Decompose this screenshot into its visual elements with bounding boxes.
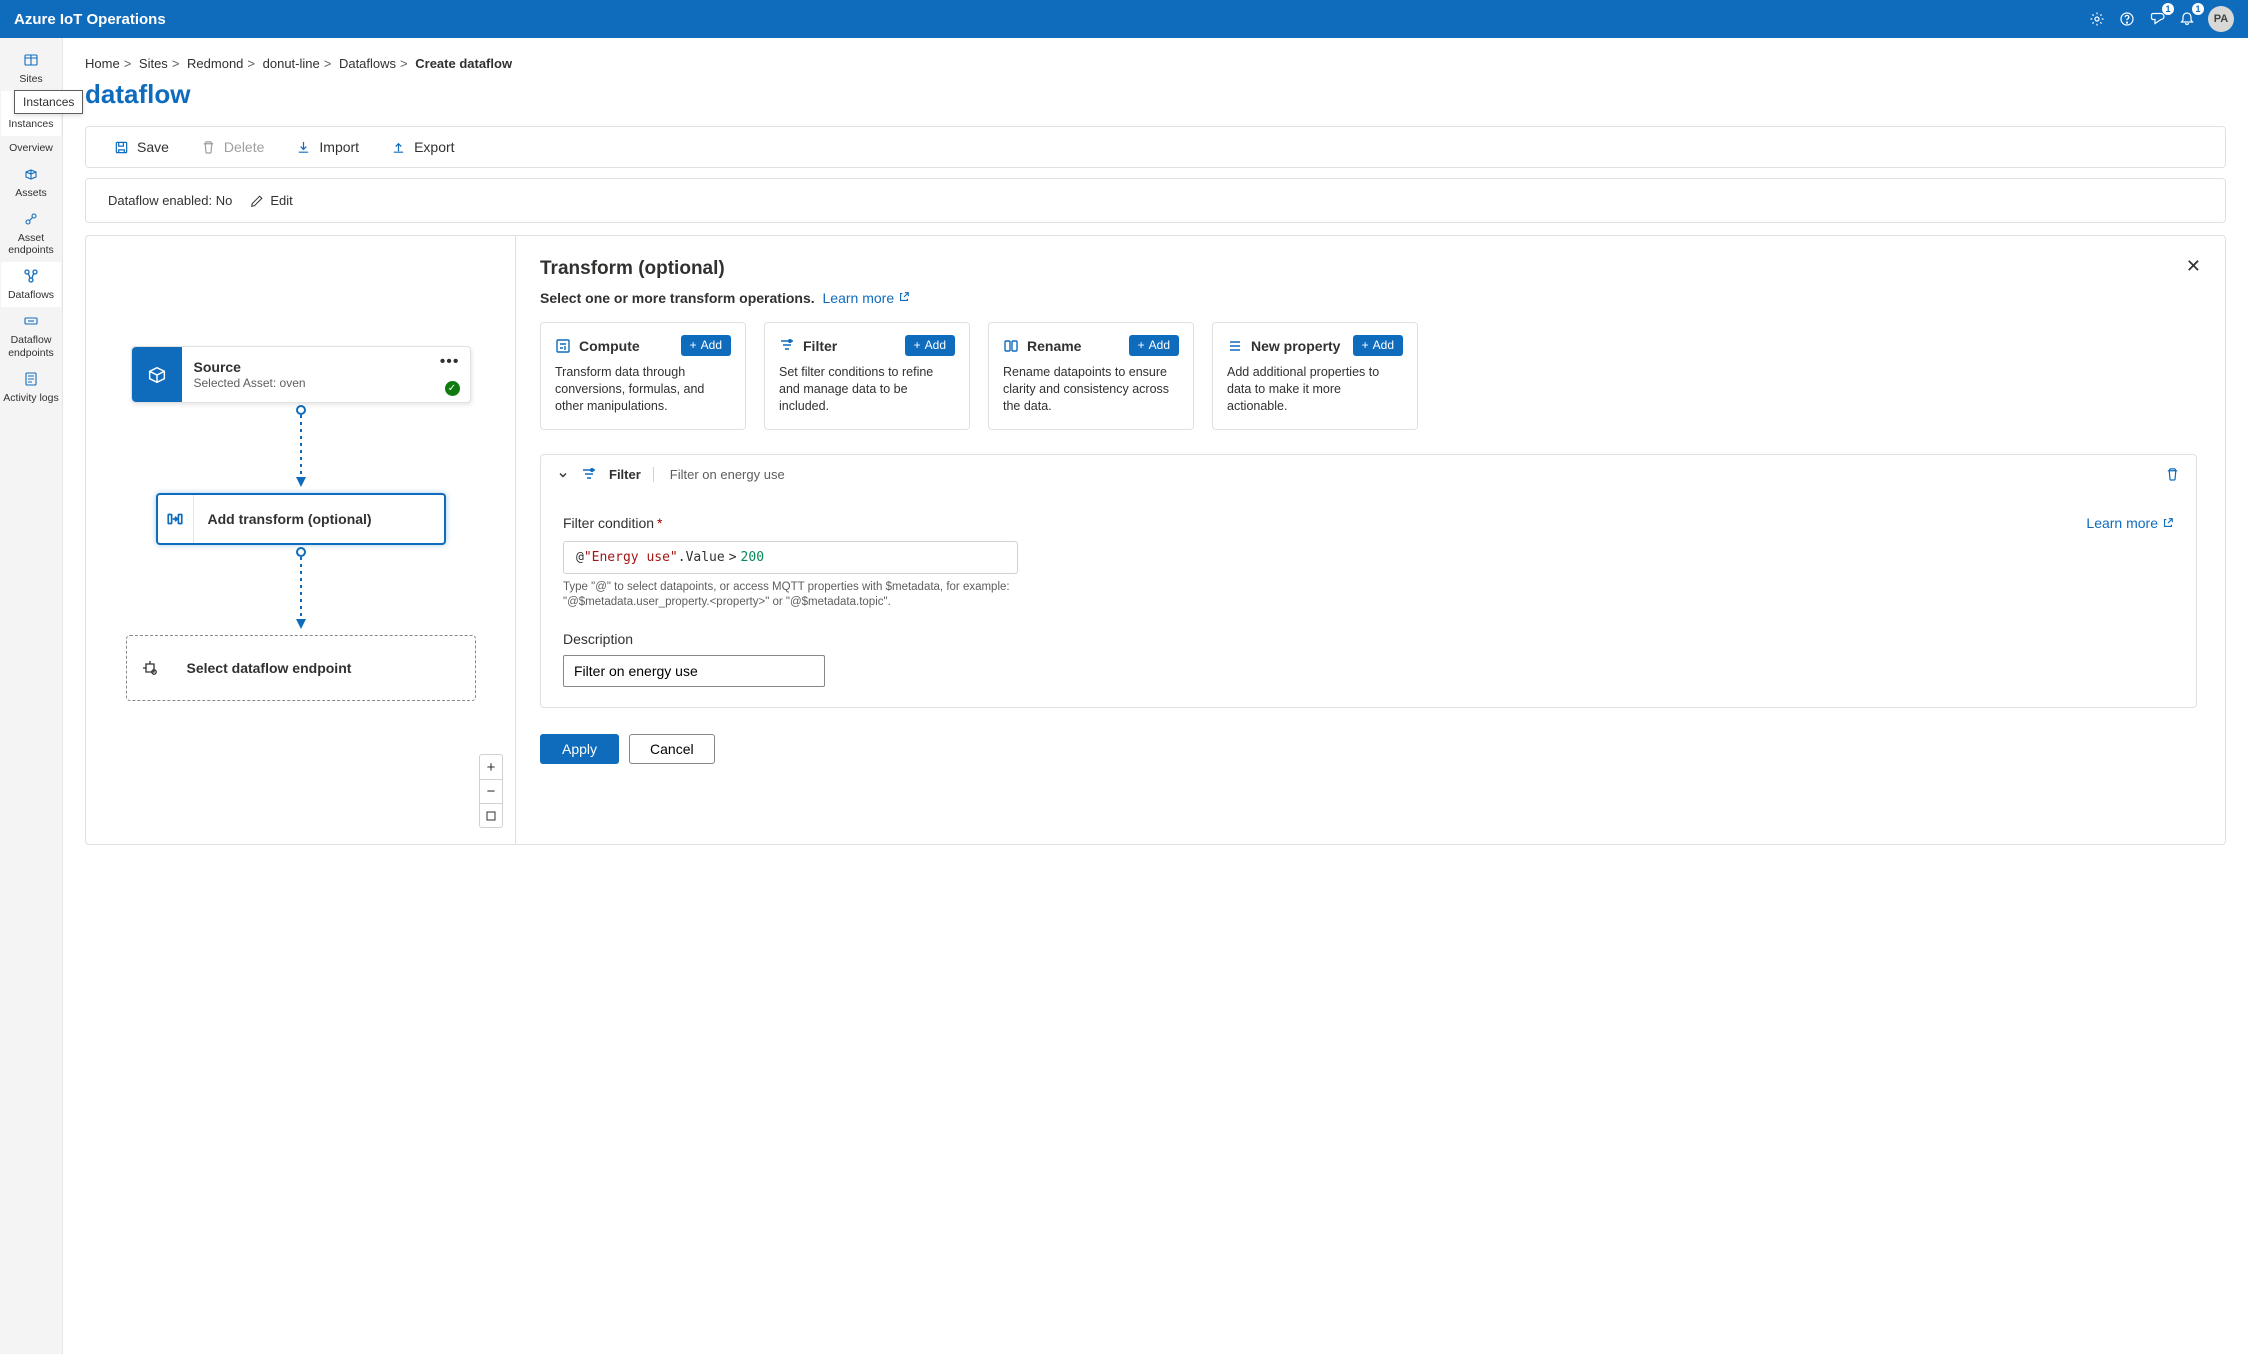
- product-title: Azure IoT Operations: [14, 11, 2082, 28]
- chevron-down-icon[interactable]: [557, 469, 569, 481]
- rename-add-button[interactable]: + Add: [1129, 335, 1179, 356]
- settings-icon[interactable]: [2082, 4, 2112, 34]
- feedback-icon[interactable]: 1: [2142, 4, 2172, 34]
- new-property-add-button[interactable]: + Add: [1353, 335, 1403, 356]
- compute-add-button[interactable]: + Add: [681, 335, 731, 356]
- connector-arrow: [294, 403, 308, 493]
- source-node[interactable]: Source Selected Asset: oven ••• ✓: [131, 346, 471, 403]
- breadcrumb: Home> Sites> Redmond> donut-line> Datafl…: [85, 56, 2226, 71]
- filter-condition-hint: Type "@" to select datapoints, or access…: [563, 580, 1033, 611]
- source-subtitle: Selected Asset: oven: [194, 376, 456, 390]
- checkmark-icon: ✓: [445, 381, 460, 396]
- zoom-out-button[interactable]: −: [480, 779, 502, 803]
- rename-icon: [1003, 338, 1019, 354]
- export-button[interactable]: Export: [391, 139, 454, 155]
- edit-button[interactable]: Edit: [250, 193, 292, 208]
- nav-dataflows[interactable]: Dataflows: [1, 262, 61, 307]
- status-text: Dataflow enabled: No: [108, 193, 232, 208]
- connector-arrow: [294, 545, 308, 635]
- avatar[interactable]: PA: [2208, 6, 2234, 32]
- zoom-fit-button[interactable]: [480, 803, 502, 827]
- save-button[interactable]: Save: [114, 139, 169, 155]
- compute-card: Compute + Add Transform data through con…: [540, 322, 746, 430]
- source-more-icon[interactable]: •••: [440, 353, 460, 371]
- zoom-controls: + −: [479, 754, 503, 828]
- crumb-sites[interactable]: Sites: [139, 56, 168, 71]
- left-nav: Sites Instances Overview Assets Asset en…: [0, 38, 63, 1354]
- bell-badge: 1: [2192, 3, 2204, 15]
- rename-card: Rename + Add Rename datapoints to ensure…: [988, 322, 1194, 430]
- filter-operation-block: Filter Filter on energy use Filter condi…: [540, 454, 2197, 708]
- nav-overview[interactable]: Overview: [1, 136, 61, 160]
- bell-icon[interactable]: 1: [2172, 4, 2202, 34]
- filter-block-title: Filter: [609, 467, 654, 482]
- nav-sites[interactable]: Sites: [1, 46, 61, 91]
- top-header: Azure IoT Operations 1 1 PA: [0, 0, 2248, 38]
- trash-icon[interactable]: [2165, 467, 2180, 482]
- zoom-in-button[interactable]: +: [480, 755, 502, 779]
- endpoint-icon: [127, 636, 173, 700]
- page-title: dataflow: [85, 79, 2226, 110]
- command-bar: Save Delete Import Export: [85, 126, 2226, 168]
- new-property-card: New property + Add Add additional proper…: [1212, 322, 1418, 430]
- endpoint-label: Select dataflow endpoint: [173, 636, 475, 700]
- nav-dataflow-endpoints[interactable]: Dataflow endpoints: [1, 307, 61, 364]
- filter-condition-label: Filter condition*: [563, 515, 663, 531]
- crumb-home[interactable]: Home: [85, 56, 120, 71]
- activity-logs-icon: [23, 371, 39, 387]
- main: Home> Sites> Redmond> donut-line> Datafl…: [63, 38, 2248, 1354]
- filter-icon: [779, 338, 795, 354]
- close-icon[interactable]: ✕: [2186, 256, 2201, 277]
- export-icon: [391, 140, 406, 155]
- crumb-donut-line[interactable]: donut-line: [263, 56, 320, 71]
- description-input[interactable]: [563, 655, 825, 687]
- transform-cards: Compute + Add Transform data through con…: [540, 322, 2197, 430]
- panel-title: Transform (optional): [540, 258, 2197, 280]
- transform-icon: [158, 495, 194, 543]
- pencil-icon: [250, 194, 264, 208]
- nav-assets[interactable]: Assets: [1, 160, 61, 205]
- filter-block-subtitle: Filter on energy use: [666, 467, 785, 482]
- import-icon: [296, 140, 311, 155]
- transform-panel: ✕ Transform (optional) Select one or mor…: [515, 235, 2226, 845]
- apply-button[interactable]: Apply: [540, 734, 619, 764]
- dataflow-canvas[interactable]: Source Selected Asset: oven ••• ✓ Add tr…: [85, 235, 515, 845]
- learn-more-condition-link[interactable]: Learn more: [2086, 515, 2174, 531]
- asset-endpoints-icon: [23, 211, 39, 227]
- filter-icon: [581, 467, 597, 483]
- help-icon[interactable]: [2112, 4, 2142, 34]
- delete-icon: [201, 140, 216, 155]
- new-property-icon: [1227, 338, 1243, 354]
- filter-card: Filter + Add Set filter conditions to re…: [764, 322, 970, 430]
- panel-subtitle: Select one or more transform operations.…: [540, 290, 2197, 306]
- endpoint-node[interactable]: Select dataflow endpoint: [126, 635, 476, 701]
- cube-icon: [132, 347, 182, 402]
- dataflow-endpoints-icon: [23, 313, 39, 329]
- learn-more-link[interactable]: Learn more: [823, 290, 910, 306]
- filter-condition-section: Filter condition* Learn more @"Energy us…: [541, 515, 2196, 687]
- nav-activity-logs[interactable]: Activity logs: [1, 365, 61, 410]
- assets-icon: [23, 166, 39, 182]
- nav-tooltip-instances: Instances: [14, 90, 83, 114]
- compute-icon: [555, 338, 571, 354]
- description-label: Description: [563, 631, 2174, 647]
- dataflows-icon: [23, 268, 39, 284]
- import-button[interactable]: Import: [296, 139, 359, 155]
- transform-node[interactable]: Add transform (optional): [156, 493, 446, 545]
- delete-button: Delete: [201, 139, 264, 155]
- transform-label: Add transform (optional): [194, 495, 444, 543]
- filter-condition-input[interactable]: @"Energy use".Value>200: [563, 541, 1018, 574]
- nav-asset-endpoints[interactable]: Asset endpoints: [1, 205, 61, 262]
- crumb-redmond[interactable]: Redmond: [187, 56, 243, 71]
- filter-add-button[interactable]: + Add: [905, 335, 955, 356]
- crumb-dataflows[interactable]: Dataflows: [339, 56, 396, 71]
- save-icon: [114, 140, 129, 155]
- sites-icon: [23, 52, 39, 68]
- cancel-button[interactable]: Cancel: [629, 734, 715, 764]
- status-bar: Dataflow enabled: No Edit: [85, 178, 2226, 223]
- source-title: Source: [194, 359, 456, 375]
- crumb-current: Create dataflow: [415, 56, 512, 71]
